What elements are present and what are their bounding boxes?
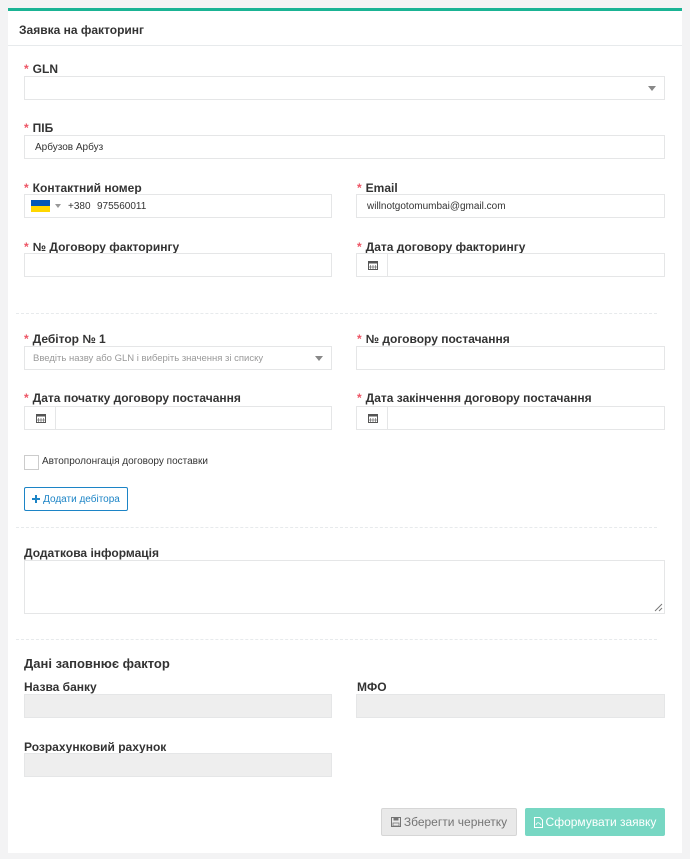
- calendar-icon: [368, 414, 378, 423]
- gln-label: * GLN: [24, 62, 59, 76]
- mfo-input: [356, 694, 665, 718]
- factoring-contract-date-label: * Дата договору факторингу: [357, 240, 526, 254]
- calendar-button[interactable]: [357, 254, 388, 276]
- supply-contract-number-label: * № договору постачання: [357, 332, 510, 346]
- resize-handle-icon[interactable]: [654, 603, 663, 612]
- debtor-select[interactable]: Введіть назву або GLN і виберіть значенн…: [24, 346, 332, 370]
- pib-label: * ПІБ: [24, 121, 54, 135]
- country-code: +380: [68, 201, 91, 212]
- calendar-icon: [36, 414, 46, 423]
- pib-input[interactable]: Арбузов Арбуз: [24, 135, 665, 159]
- calendar-button[interactable]: [25, 407, 56, 429]
- submit-application-button[interactable]: Сформувати заявку: [525, 808, 665, 836]
- bank-name-input: [24, 694, 332, 718]
- mfo-label: МФО: [357, 680, 387, 694]
- factor-section-title: Дані заповнює фактор: [24, 656, 170, 671]
- account-input: [24, 753, 332, 777]
- supply-end-date-label: * Дата закінчення договору постачання: [357, 391, 592, 405]
- supply-contract-number-input[interactable]: [356, 346, 665, 370]
- section-divider: [16, 527, 657, 528]
- calendar-button[interactable]: [357, 407, 388, 429]
- chevron-down-icon[interactable]: [55, 204, 61, 208]
- gln-select[interactable]: [24, 76, 665, 100]
- auto-prolongation-checkbox[interactable]: [24, 455, 39, 470]
- section-divider: [16, 639, 657, 640]
- panel-title: Заявка на факторинг: [8, 11, 682, 46]
- factoring-contract-number-input[interactable]: [24, 253, 332, 277]
- file-pdf-icon: [533, 816, 543, 828]
- auto-prolongation-label: Автопролонгація договору поставки: [42, 456, 208, 467]
- additional-info-label: Додаткова інформація: [24, 546, 159, 560]
- ukraine-flag-icon[interactable]: [31, 200, 50, 212]
- supply-start-date-input[interactable]: [24, 406, 332, 430]
- phone-value: 975560011: [97, 201, 147, 212]
- chevron-down-icon: [648, 86, 656, 91]
- bank-name-label: Назва банку: [24, 680, 97, 694]
- factoring-contract-number-label: * № Договору факторингу: [24, 240, 180, 254]
- supply-start-date-label: * Дата початку договору постачання: [24, 391, 241, 405]
- additional-info-textarea[interactable]: [24, 560, 665, 614]
- calendar-icon: [368, 261, 378, 270]
- plus-icon: [32, 495, 41, 503]
- contact-phone-input[interactable]: +380 975560011: [24, 194, 332, 218]
- chevron-down-icon: [315, 356, 323, 361]
- add-debtor-button[interactable]: Додати дебітора: [24, 487, 128, 511]
- account-label: Розрахунковий рахунок: [24, 740, 167, 754]
- section-divider: [16, 313, 657, 314]
- factoring-contract-date-input[interactable]: [356, 253, 665, 277]
- email-input[interactable]: willnotgotomumbai@gmail.com: [356, 194, 665, 218]
- supply-end-date-input[interactable]: [356, 406, 665, 430]
- contact-phone-label: * Контактний номер: [24, 181, 142, 195]
- email-label: * Email: [357, 181, 398, 195]
- debtor-label: * Дебітор № 1: [24, 332, 106, 346]
- save-draft-button[interactable]: Зберегти чернетку: [381, 808, 517, 836]
- save-icon: [390, 817, 401, 827]
